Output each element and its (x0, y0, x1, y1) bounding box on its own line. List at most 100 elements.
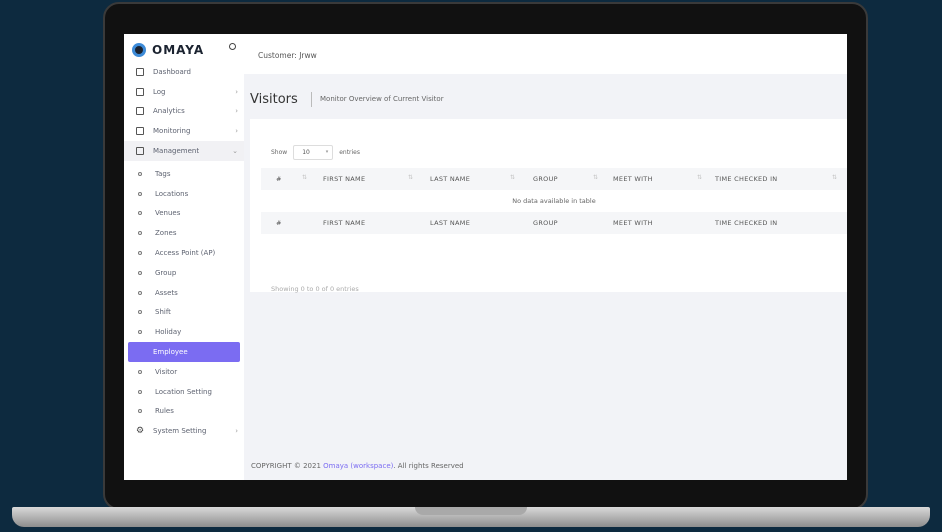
sidebar-item-log[interactable]: Log › (124, 82, 244, 102)
column-header[interactable]: TIME CHECKED IN (715, 219, 777, 227)
visitor-table: # ⇅ FIRST NAME ⇅ LAST NAME ⇅ GROUP ⇅ MEET WITH ⇅ T… (261, 168, 847, 234)
circle-icon (138, 310, 142, 315)
circle-icon (138, 211, 142, 216)
customer-label[interactable]: Customer: Jrww (258, 51, 317, 60)
sidebar: OMAYA Dashboard Log › Analytics › Monitoring ›… (124, 34, 244, 480)
sidebar-item-monitoring[interactable]: Monitoring › (124, 121, 244, 141)
sidebar-item-system-setting[interactable]: ⚙ System Setting › (124, 421, 244, 441)
clock-icon (136, 107, 144, 116)
sidebar-item-holiday[interactable]: Holiday (124, 322, 244, 342)
column-header[interactable]: GROUP (533, 219, 558, 227)
laptop-notch (415, 507, 527, 515)
brand-name: OMAYA (152, 43, 205, 57)
sidebar-item-label: Rules (155, 407, 174, 416)
column-header[interactable]: MEET WITH (613, 219, 653, 227)
circle-icon (138, 290, 142, 295)
sidebar-item-label: Tags (155, 169, 171, 178)
footer: COPYRIGHT © 2021 Omaya (workspace). All … (251, 462, 464, 470)
sidebar-item-dashboard[interactable]: Dashboard (124, 62, 244, 82)
column-header[interactable]: GROUP (533, 175, 558, 183)
column-header[interactable]: FIRST NAME (323, 219, 365, 227)
gear-icon: ⚙ (135, 426, 145, 437)
sidebar-item-rules[interactable]: Rules (124, 402, 244, 422)
sidebar-item-label: Visitor (155, 367, 178, 376)
column-header[interactable]: # (276, 219, 282, 227)
sort-icon[interactable]: ⇅ (697, 174, 702, 181)
sidebar-item-label: Access Point (AP) (155, 249, 216, 258)
circle-icon (138, 369, 142, 374)
file-icon (136, 87, 144, 96)
chevron-right-icon: › (235, 127, 238, 136)
table-info: Showing 0 to 0 of 0 entries (271, 285, 359, 293)
column-header[interactable]: FIRST NAME (323, 175, 365, 183)
sort-icon[interactable]: ⇅ (408, 174, 413, 181)
page-subtitle: Monitor Overview of Current Visitor (320, 95, 444, 103)
sidebar-item-label: Employee (153, 348, 188, 357)
sidebar-item-assets[interactable]: Assets (124, 283, 244, 303)
top-bar: Customer: Jrww (244, 34, 847, 74)
sort-icon[interactable]: ⇅ (302, 174, 307, 181)
title-divider (311, 92, 312, 107)
sort-icon[interactable]: ⇅ (510, 174, 515, 181)
circle-icon (138, 191, 142, 196)
circle-icon (138, 270, 142, 275)
sidebar-item-access-point-ap[interactable]: Access Point (AP) (124, 243, 244, 263)
sidebar-item-label: Shift (155, 308, 171, 317)
column-header[interactable]: # (276, 175, 282, 183)
column-header[interactable]: LAST NAME (430, 219, 470, 227)
sidebar-toggle-icon[interactable] (229, 43, 236, 50)
entries-length-control: Show 10 ▾ entries (271, 145, 360, 160)
sidebar-item-location-setting[interactable]: Location Setting (124, 382, 244, 402)
sidebar-item-locations[interactable]: Locations (124, 184, 244, 204)
circle-icon (138, 231, 142, 236)
table-footer-row: # FIRST NAME LAST NAME GROUP MEET WITH TIME C… (261, 212, 847, 234)
sidebar-item-zones[interactable]: Zones (124, 223, 244, 243)
sidebar-item-label: Holiday (155, 328, 182, 337)
sidebar-item-management[interactable]: Management ⌄ (124, 141, 244, 161)
footer-copyright: COPYRIGHT © 2021 (251, 462, 321, 470)
sidebar-item-label: Log (153, 87, 166, 96)
circle-icon (138, 330, 142, 335)
sidebar-item-label: Assets (155, 288, 178, 297)
table-empty-row: No data available in table (261, 190, 847, 212)
sidebar-item-label: Monitoring (153, 127, 191, 136)
chevron-down-icon: ▾ (325, 149, 329, 155)
circle-icon (138, 251, 142, 256)
page-title: Visitors (250, 92, 298, 107)
sidebar-item-analytics[interactable]: Analytics › (124, 102, 244, 122)
sidebar-item-shift[interactable]: Shift (124, 303, 244, 323)
chevron-right-icon: › (235, 107, 238, 116)
sidebar-item-employee[interactable]: Employee (128, 342, 240, 362)
show-label: Show (271, 149, 288, 156)
visitor-table-card: Show 10 ▾ entries # ⇅ FIRST NAME ⇅ LAST NAME… (250, 119, 847, 293)
sort-icon[interactable]: ⇅ (593, 174, 598, 181)
footer-suffix: . All rights Reserved (393, 462, 464, 470)
sidebar-item-venues[interactable]: Venues (124, 204, 244, 224)
sidebar-item-label: Venues (155, 209, 181, 218)
sidebar-item-label: Analytics (153, 107, 185, 116)
sidebar-item-label: Zones (155, 229, 177, 238)
chevron-right-icon: › (235, 87, 238, 96)
app-screen: OMAYA Dashboard Log › Analytics › Monitoring ›… (124, 34, 847, 480)
omaya-logo-icon (132, 43, 146, 57)
empty-message: No data available in table (512, 197, 596, 205)
entries-select[interactable]: 10 ▾ (293, 145, 334, 160)
footer-link[interactable]: Omaya (workspace) (323, 462, 393, 470)
table-header-row: # ⇅ FIRST NAME ⇅ LAST NAME ⇅ GROUP ⇅ MEET WITH ⇅ T… (261, 168, 847, 190)
sidebar-item-label: System Setting (153, 427, 207, 436)
sidebar-item-label: Dashboard (153, 67, 191, 76)
column-header[interactable]: MEET WITH (613, 175, 653, 183)
sidebar-item-label: Group (155, 268, 177, 277)
column-header[interactable]: TIME CHECKED IN (715, 175, 777, 183)
sidebar-item-visitor[interactable]: Visitor (124, 362, 244, 382)
circle-icon (138, 389, 142, 394)
home-icon (136, 67, 144, 76)
column-header[interactable]: LAST NAME (430, 175, 470, 183)
circle-icon (136, 348, 144, 356)
brand[interactable]: OMAYA (132, 40, 204, 60)
sidebar-item-group[interactable]: Group (124, 263, 244, 283)
circle-icon (138, 409, 142, 414)
sidebar-item-tags[interactable]: Tags (124, 164, 244, 184)
entries-label: entries (339, 149, 361, 156)
sort-icon[interactable]: ⇅ (832, 174, 837, 181)
